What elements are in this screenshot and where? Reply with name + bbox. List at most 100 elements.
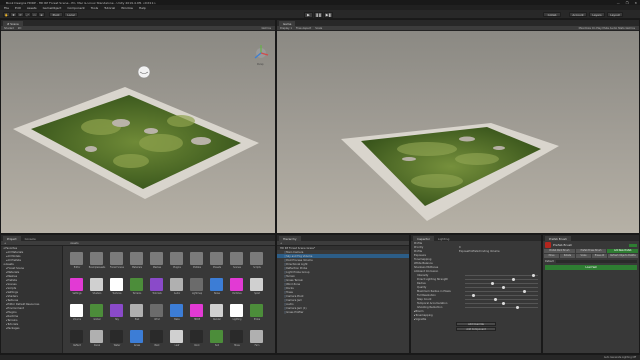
slider-knob[interactable]	[501, 301, 505, 305]
slider-track[interactable]	[465, 297, 538, 301]
pause-button[interactable]: ❚❚	[314, 11, 323, 18]
shading-mode-dropdown[interactable]: Shaded	[4, 27, 14, 30]
folder-asset-icon[interactable]	[250, 252, 263, 265]
tab-scene[interactable]: # Scene	[3, 21, 23, 26]
add-new-prefab-button[interactable]: Add New Prefab	[607, 249, 639, 253]
display-dropdown[interactable]: Display 1	[280, 27, 292, 30]
close-button[interactable]: ✕	[634, 1, 637, 5]
menu-window[interactable]: Window	[121, 6, 133, 10]
tab-inspector[interactable]: Inspector	[413, 236, 435, 241]
slider-knob[interactable]	[532, 273, 536, 277]
pivot-toggle[interactable]: Pivot	[49, 12, 63, 17]
persp-label[interactable]: Persp	[257, 63, 264, 66]
asset-thumbnail[interactable]	[230, 330, 243, 343]
menu-help[interactable]: Help	[139, 6, 146, 10]
slider-track[interactable]	[465, 277, 538, 281]
prefab-brush-toggle[interactable]	[629, 243, 637, 247]
asset-thumbnail[interactable]	[250, 278, 263, 291]
collab-button[interactable]: Collab	[543, 12, 561, 17]
asset-thumbnail[interactable]	[250, 330, 263, 343]
scene-orientation-gizmo-icon[interactable]	[254, 45, 269, 59]
minimize-button[interactable]: —	[617, 1, 620, 5]
layout-dropdown[interactable]: Layout	[607, 12, 623, 17]
account-dropdown[interactable]: Account	[569, 12, 587, 17]
hierarchy-item[interactable]: ◻ Grass Profiler	[277, 310, 409, 314]
asset-thumbnail[interactable]	[90, 330, 103, 343]
asset-thumbnail[interactable]	[210, 304, 223, 317]
hand-tool-icon[interactable]: ✋	[3, 12, 10, 17]
inspector-field-value[interactable]: ExposeProfileSchinding Volume	[459, 250, 500, 253]
add-override-button[interactable]: Add Override	[456, 322, 496, 326]
asset-thumbnail[interactable]	[70, 304, 83, 317]
asset-thumbnail[interactable]	[150, 278, 163, 291]
slider-track[interactable]	[465, 281, 538, 285]
rotate-tool-icon[interactable]: ⟳	[17, 12, 24, 17]
asset-thumbnail[interactable]	[210, 330, 223, 343]
slider-track[interactable]	[465, 293, 538, 297]
asset-thumbnail[interactable]	[130, 330, 143, 343]
move-tool-icon[interactable]: ✥	[10, 12, 17, 17]
slider-track[interactable]	[465, 305, 538, 309]
slider-track[interactable]	[465, 289, 538, 293]
asset-thumbnail[interactable]	[190, 278, 203, 291]
layers-dropdown[interactable]: Layers	[589, 12, 605, 17]
folder-tree-item[interactable]: ▸ Packages	[3, 326, 62, 330]
asset-thumbnail[interactable]	[230, 278, 243, 291]
tab-project[interactable]: Project	[3, 236, 21, 241]
slider-track[interactable]	[465, 301, 538, 305]
paint-brush-button[interactable]: Prefab Paint Brush	[544, 249, 575, 253]
scale-tool-icon[interactable]: ⤢	[24, 12, 31, 17]
erase-all-button[interactable]: Erase All	[592, 254, 607, 258]
game-viewport[interactable]	[277, 31, 639, 233]
load-set-button[interactable]: Load Set	[545, 265, 637, 270]
asset-thumbnail[interactable]	[110, 278, 123, 291]
folder-asset-icon[interactable]	[70, 252, 83, 265]
asset-thumbnail[interactable]	[190, 304, 203, 317]
asset-thumbnail[interactable]	[230, 304, 243, 317]
asset-thumbnail[interactable]	[90, 278, 103, 291]
2d-toggle[interactable]: 2D	[18, 27, 22, 30]
tab-hierarchy[interactable]: Hierarchy	[279, 236, 301, 241]
menu-edit[interactable]: Edit	[15, 6, 21, 10]
asset-thumbnail[interactable]	[130, 304, 143, 317]
prefab-set-field[interactable]	[555, 260, 637, 263]
add-component-button[interactable]: Add Component	[456, 327, 496, 331]
slider-knob[interactable]	[490, 281, 494, 285]
asset-thumbnail[interactable]	[170, 304, 183, 317]
asset-thumbnail[interactable]	[150, 304, 163, 317]
tab-console[interactable]: Console	[21, 236, 40, 241]
rotate-mode-button[interactable]: Rotate	[560, 254, 575, 258]
play-button[interactable]: ▶	[304, 11, 313, 18]
menu-assets[interactable]: Assets	[27, 6, 37, 10]
aspect-dropdown[interactable]: Free Aspect	[296, 27, 311, 30]
game-view-options[interactable]: Maximize On Play Mute Audio Stats Gizmos	[579, 27, 635, 30]
project-breadcrumb[interactable]: Assets	[70, 242, 78, 245]
directional-light-icon[interactable]	[137, 65, 151, 79]
create-button[interactable]: +	[4, 242, 6, 245]
tab-lighting[interactable]: Lighting	[434, 236, 453, 241]
folder-asset-icon[interactable]	[110, 252, 123, 265]
step-button[interactable]: ▶❚	[324, 11, 333, 18]
asset-thumbnail[interactable]	[130, 278, 143, 291]
asset-thumbnail[interactable]	[250, 304, 263, 317]
slider-track[interactable]	[465, 273, 538, 277]
slider-knob[interactable]	[501, 285, 505, 289]
maximize-button[interactable]: ❐	[626, 1, 629, 5]
slider-knob[interactable]	[516, 305, 520, 309]
asset-thumbnail[interactable]	[210, 278, 223, 291]
menu-file[interactable]: File	[4, 6, 9, 10]
asset-thumbnail[interactable]	[90, 304, 103, 317]
tab-game[interactable]: Game	[279, 21, 296, 26]
asset-thumbnail[interactable]	[150, 330, 163, 343]
asset-thumbnail[interactable]	[170, 330, 183, 343]
inspector-field-value[interactable]: 0	[459, 246, 461, 249]
hierarchy-create-button[interactable]: +	[280, 242, 282, 245]
transform-tool-icon[interactable]: ⊕	[38, 12, 45, 17]
space-toggle[interactable]: Local	[64, 12, 78, 17]
asset-thumbnail[interactable]	[170, 278, 183, 291]
refresh-palette-button[interactable]: Refresh Objects Palette	[608, 254, 638, 258]
folder-asset-icon[interactable]	[210, 252, 223, 265]
menu-tutorial[interactable]: Tutorial	[104, 6, 115, 10]
move-mode-button[interactable]: Move	[544, 254, 559, 258]
folder-asset-icon[interactable]	[150, 252, 163, 265]
